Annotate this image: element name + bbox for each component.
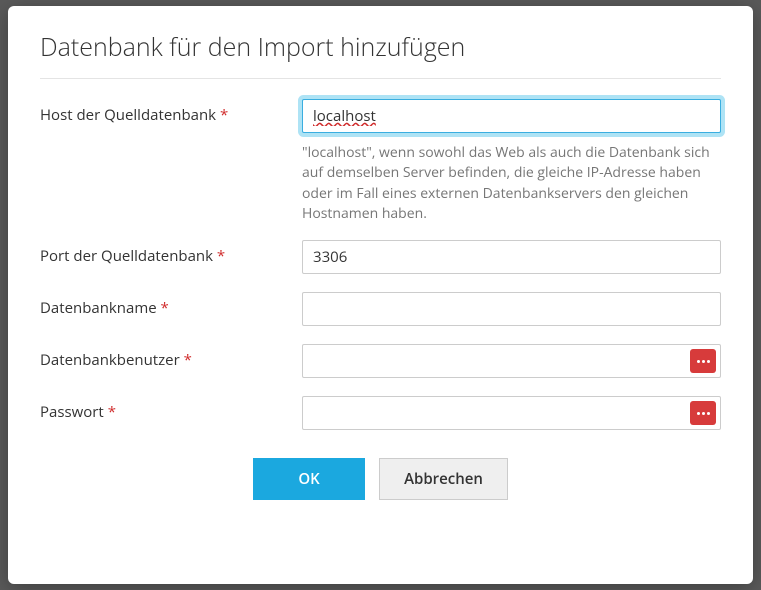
input-col-dbname [302,292,721,326]
cancel-button[interactable]: Abbrechen [379,458,508,500]
input-col-port [302,240,721,274]
label-host: Host der Quelldatenbank * [40,99,302,125]
label-password-text: Passwort [40,402,104,422]
label-dbname-text: Datenbankname [40,298,157,318]
required-marker: * [217,246,225,266]
ok-button[interactable]: OK [253,458,365,500]
modal-title: Datenbank für den Import hinzufügen [40,30,721,64]
credentials-icon[interactable] [690,401,716,425]
dbuser-input[interactable] [302,344,721,378]
input-col-host [302,99,721,133]
port-input[interactable] [302,240,721,274]
label-host-text: Host der Quelldatenbank [40,105,216,125]
dbname-input[interactable] [302,292,721,326]
label-dbuser: Datenbankbenutzer * [40,344,302,370]
required-marker: * [108,402,116,422]
host-input[interactable] [302,99,721,133]
add-database-modal: Datenbank für den Import hinzufügen Host… [8,6,753,584]
input-col-password [302,396,721,430]
divider [40,78,721,79]
label-dbuser-text: Datenbankbenutzer [40,350,180,370]
label-dbname: Datenbankname * [40,292,302,318]
input-col-dbuser [302,344,721,378]
required-marker: * [220,105,228,125]
label-port-text: Port der Quelldatenbank [40,246,213,266]
label-port: Port der Quelldatenbank * [40,240,302,266]
required-marker: * [161,298,169,318]
password-input[interactable] [302,396,721,430]
credentials-icon[interactable] [690,349,716,373]
row-dbname: Datenbankname * [40,292,721,326]
button-row: OK Abbrechen [40,458,721,500]
host-hint: "localhost", wenn sowohl das Web als auc… [302,143,721,224]
row-password: Passwort * [40,396,721,430]
row-dbuser: Datenbankbenutzer * [40,344,721,378]
label-password: Passwort * [40,396,302,422]
row-port: Port der Quelldatenbank * [40,240,721,274]
row-host: Host der Quelldatenbank * [40,99,721,133]
required-marker: * [184,350,192,370]
